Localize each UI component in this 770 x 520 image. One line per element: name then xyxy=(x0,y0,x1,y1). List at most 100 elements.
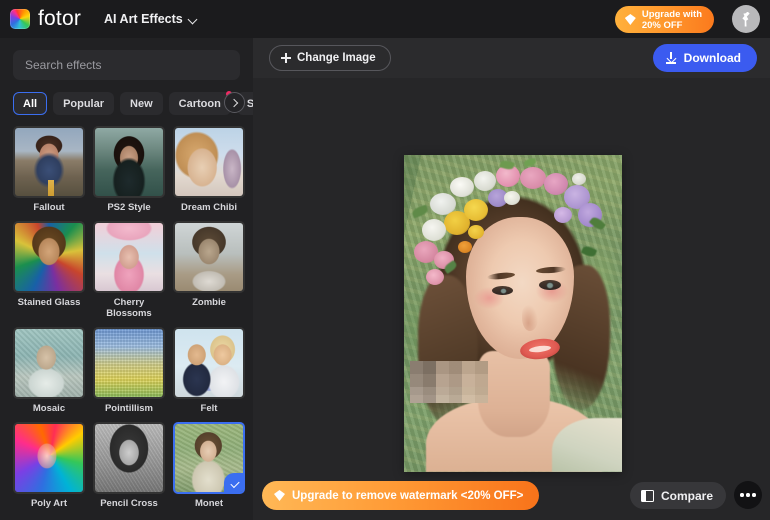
effect-label: Zombie xyxy=(192,297,226,308)
category-tabs: AllPopularNewCartoonSketch xyxy=(13,91,253,115)
effect-thumbnail-art xyxy=(15,128,83,196)
effect-thumbnail xyxy=(173,126,245,198)
chevron-down-icon xyxy=(189,15,198,24)
download-label: Download xyxy=(683,51,741,65)
effect-thumbnail-art xyxy=(15,329,83,397)
upgrade-button[interactable]: Upgrade with 20% OFF xyxy=(614,6,714,33)
effect-thumbnail xyxy=(93,422,165,494)
effect-thumbnail-art xyxy=(95,329,163,397)
pixelated-mosaic-block xyxy=(410,361,488,403)
compare-label: Compare xyxy=(660,488,713,503)
canvas-bottom-bar: Upgrade to remove watermark <20% OFF> Co… xyxy=(253,474,770,520)
search-input[interactable] xyxy=(13,50,240,80)
effect-card[interactable]: Mosaic xyxy=(13,327,85,414)
category-tab-cartoon[interactable]: Cartoon xyxy=(168,91,232,115)
flower xyxy=(554,207,572,223)
brand-name: fotor xyxy=(38,7,82,30)
download-button[interactable]: Download xyxy=(652,44,757,72)
canvas-toolbar: Change Image Download xyxy=(253,38,770,78)
category-tab-label: New xyxy=(130,97,153,110)
effect-label: Stained Glass xyxy=(17,297,81,308)
effect-label: PS2 Style xyxy=(107,202,151,213)
effect-label: Mosaic xyxy=(32,403,66,414)
effect-thumbnail-art xyxy=(175,223,243,291)
flower xyxy=(520,167,546,189)
effect-thumbnail-art xyxy=(95,128,163,196)
effect-label: Monet xyxy=(195,498,223,509)
compare-split-icon xyxy=(640,489,654,502)
effects-grid: Fallout PS2 Style Dream Chibi Stained Glass… xyxy=(13,126,245,509)
effect-label: Felt xyxy=(200,403,218,414)
effect-label: Poly Art xyxy=(30,498,68,509)
tabs-next-button[interactable] xyxy=(224,92,245,113)
flower xyxy=(426,269,444,285)
effect-card[interactable]: Dream Chibi xyxy=(173,126,245,213)
effect-card[interactable]: Zombie xyxy=(173,221,245,319)
brand-logo[interactable]: fotor xyxy=(10,7,81,31)
effect-thumbnail-art xyxy=(15,223,83,291)
plus-icon xyxy=(281,53,291,63)
upgrade-remove-watermark-button[interactable]: Upgrade to remove watermark <20% OFF> xyxy=(262,481,540,510)
flower xyxy=(468,225,484,239)
neck xyxy=(478,351,550,437)
more-options-button[interactable] xyxy=(734,481,762,509)
effect-thumbnail xyxy=(173,221,245,293)
effect-card[interactable]: Cherry Blossoms xyxy=(93,221,165,319)
module-selector[interactable]: AI Art Effects xyxy=(104,12,198,26)
nose xyxy=(522,305,538,331)
effect-label: Pencil Cross xyxy=(100,498,158,509)
effect-label: Cherry Blossoms xyxy=(106,297,152,319)
effect-thumbnail xyxy=(13,221,85,293)
category-tab-label: All xyxy=(23,97,38,110)
effect-card[interactable]: Pointillism xyxy=(93,327,165,414)
change-image-label: Change Image xyxy=(297,52,376,64)
effects-sidebar: AllPopularNewCartoonSketch FalloutPS2 St… xyxy=(0,38,253,520)
flower xyxy=(422,219,446,241)
effect-label: Fallout xyxy=(33,202,65,213)
effect-thumbnail-art xyxy=(175,329,243,397)
avatar[interactable] xyxy=(732,5,760,33)
effect-thumbnail xyxy=(93,221,165,293)
category-tab-label: Popular xyxy=(63,97,105,110)
flower xyxy=(504,191,520,205)
eye-left xyxy=(492,286,513,295)
check-icon xyxy=(224,473,243,492)
effect-card[interactable]: Stained Glass xyxy=(13,221,85,319)
more-dots-icon xyxy=(740,493,744,497)
effect-thumbnail xyxy=(93,126,165,198)
category-tab-all[interactable]: All xyxy=(13,92,48,115)
effect-thumbnail xyxy=(13,327,85,399)
bird-avatar-icon xyxy=(742,11,750,27)
effect-thumbnail-art xyxy=(95,424,163,492)
effect-thumbnail xyxy=(93,327,165,399)
effect-thumbnail xyxy=(13,422,85,494)
effect-card[interactable]: Felt xyxy=(173,327,245,414)
upgrade-button-label: Upgrade with 20% OFF xyxy=(641,8,702,31)
effect-label: Pointillism xyxy=(104,403,154,414)
module-label: AI Art Effects xyxy=(104,12,183,26)
compare-button[interactable]: Compare xyxy=(629,482,726,509)
flower xyxy=(474,171,496,191)
download-arrow-icon xyxy=(666,52,677,64)
effect-card[interactable]: Pencil Cross xyxy=(93,422,165,509)
top-bar: fotor AI Art Effects Upgrade with 20% OF… xyxy=(0,0,770,38)
change-image-button[interactable]: Change Image xyxy=(269,45,391,71)
fotor-ai-art-effects-app: fotor AI Art Effects Upgrade with 20% OF… xyxy=(0,0,770,520)
effect-thumbnail-art xyxy=(95,223,163,291)
effect-card[interactable]: PS2 Style xyxy=(93,126,165,213)
upgrade-remove-watermark-label: Upgrade to remove watermark <20% OFF> xyxy=(292,489,524,502)
preview-image[interactable] xyxy=(404,155,622,472)
category-tab-new[interactable]: New xyxy=(120,92,163,115)
category-tab-label: Cartoon xyxy=(178,97,221,110)
fotor-color-wheel-icon xyxy=(10,9,30,29)
category-tab-popular[interactable]: Popular xyxy=(53,92,115,115)
effect-thumbnail xyxy=(13,126,85,198)
flower xyxy=(464,199,488,221)
effect-thumbnail xyxy=(173,422,245,494)
more-dots-icon xyxy=(746,493,750,497)
flower xyxy=(572,173,586,185)
effect-label: Dream Chibi xyxy=(181,202,237,213)
effect-card[interactable]: Poly Art xyxy=(13,422,85,509)
effect-card[interactable]: Fallout xyxy=(13,126,85,213)
effect-card[interactable]: Monet xyxy=(173,422,245,509)
